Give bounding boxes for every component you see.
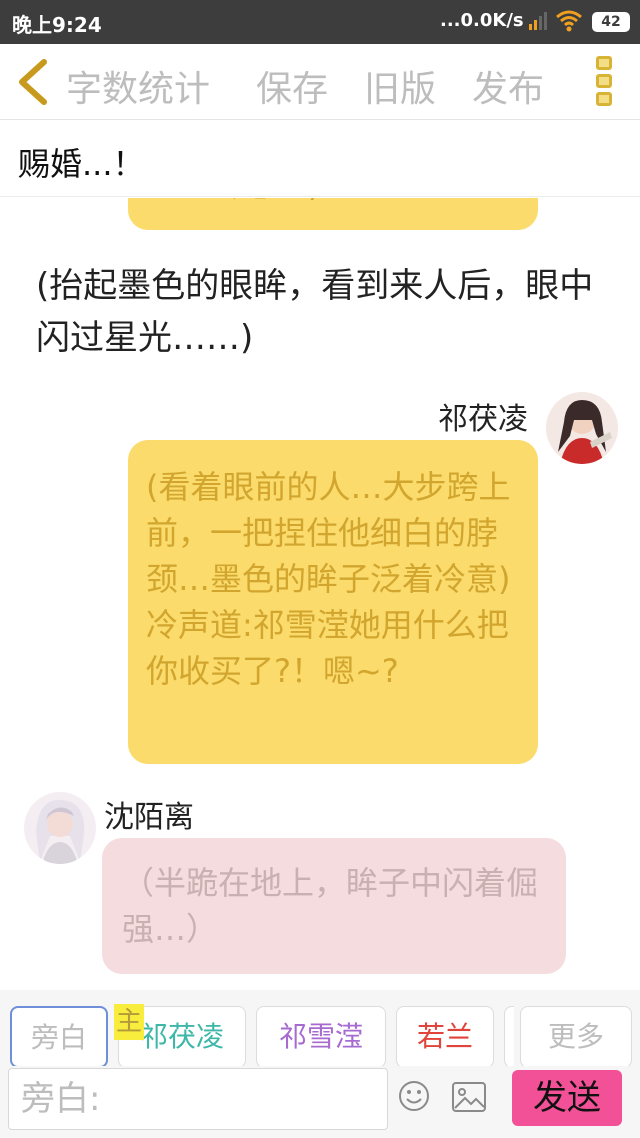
wifi-icon xyxy=(556,10,582,32)
message-text-2: （半跪在地上，眸子中闪着倔强…） xyxy=(122,864,539,948)
toolbar: 字数统计 保存 旧版 发布 xyxy=(0,44,640,120)
signal-icon xyxy=(529,12,547,30)
avatar-1[interactable] xyxy=(546,392,618,464)
message-text-partial: ……冷意…) xyxy=(148,198,321,208)
message-bubble-partial[interactable]: ……冷意…) xyxy=(128,198,538,230)
battery-icon: 42 xyxy=(592,12,630,32)
status-bar: 晚上9:24 ...0.0K/s 42 xyxy=(0,0,640,44)
image-icon[interactable] xyxy=(452,1082,486,1112)
title-bar: 赐婚...！ xyxy=(0,121,640,197)
role-narrator-button[interactable]: 旁白 xyxy=(10,1006,108,1068)
chat-area[interactable]: ……冷意…) (抬起墨色的眼眸，看到来人后，眼中闪过星光……) 祁茯凌 (看着眼… xyxy=(0,198,640,988)
role-button-3[interactable]: 若兰 xyxy=(396,1006,494,1068)
main-role-badge: 主 xyxy=(114,1004,144,1040)
speaker-name-2: 沈陌离 xyxy=(104,800,194,835)
page-title[interactable]: 赐婚...！ xyxy=(18,139,145,185)
avatar-2[interactable] xyxy=(24,792,96,864)
old-version-button[interactable]: 旧版 xyxy=(364,60,436,112)
message-text-1: (看着眼前的人…大步跨上前，一把捏住他细白的脖颈…墨色的眸子泛着冷意)冷声道:祁… xyxy=(146,468,511,690)
message-bubble-2[interactable]: （半跪在地上，眸子中闪着倔强…） xyxy=(102,838,566,974)
speaker-name-1: 祁茯凌 xyxy=(438,402,528,437)
status-time: 晚上9:24 xyxy=(12,13,102,37)
more-menu-icon[interactable] xyxy=(596,56,614,110)
role-button-hidden[interactable] xyxy=(504,1006,514,1068)
send-button[interactable]: 发送 xyxy=(512,1070,622,1126)
more-roles-button[interactable]: 更多 xyxy=(520,1006,632,1068)
word-count-button[interactable]: 字数统计 xyxy=(66,60,210,112)
publish-button[interactable]: 发布 xyxy=(472,60,544,112)
avatar-1-image xyxy=(546,392,618,464)
back-arrow-icon[interactable] xyxy=(14,58,50,106)
network-speed: ...0.0K/s xyxy=(440,10,524,31)
message-input[interactable]: 旁白: xyxy=(8,1068,388,1130)
narration-text[interactable]: (抬起墨色的眼眸，看到来人后，眼中闪过星光……) xyxy=(36,260,606,364)
role-button-2[interactable]: 祁雪滢 xyxy=(256,1006,386,1068)
input-bar: 旁白: 发送 xyxy=(0,1066,640,1138)
message-bubble-1[interactable]: (看着眼前的人…大步跨上前，一把捏住他细白的脖颈…墨色的眸子泛着冷意)冷声道:祁… xyxy=(128,440,538,764)
avatar-2-image xyxy=(24,792,96,864)
role-selector-bar: 旁白 祁茯凌 主 祁雪滢 若兰 更多 xyxy=(0,990,640,1068)
save-button[interactable]: 保存 xyxy=(256,60,328,112)
emoji-icon[interactable] xyxy=(398,1080,430,1112)
